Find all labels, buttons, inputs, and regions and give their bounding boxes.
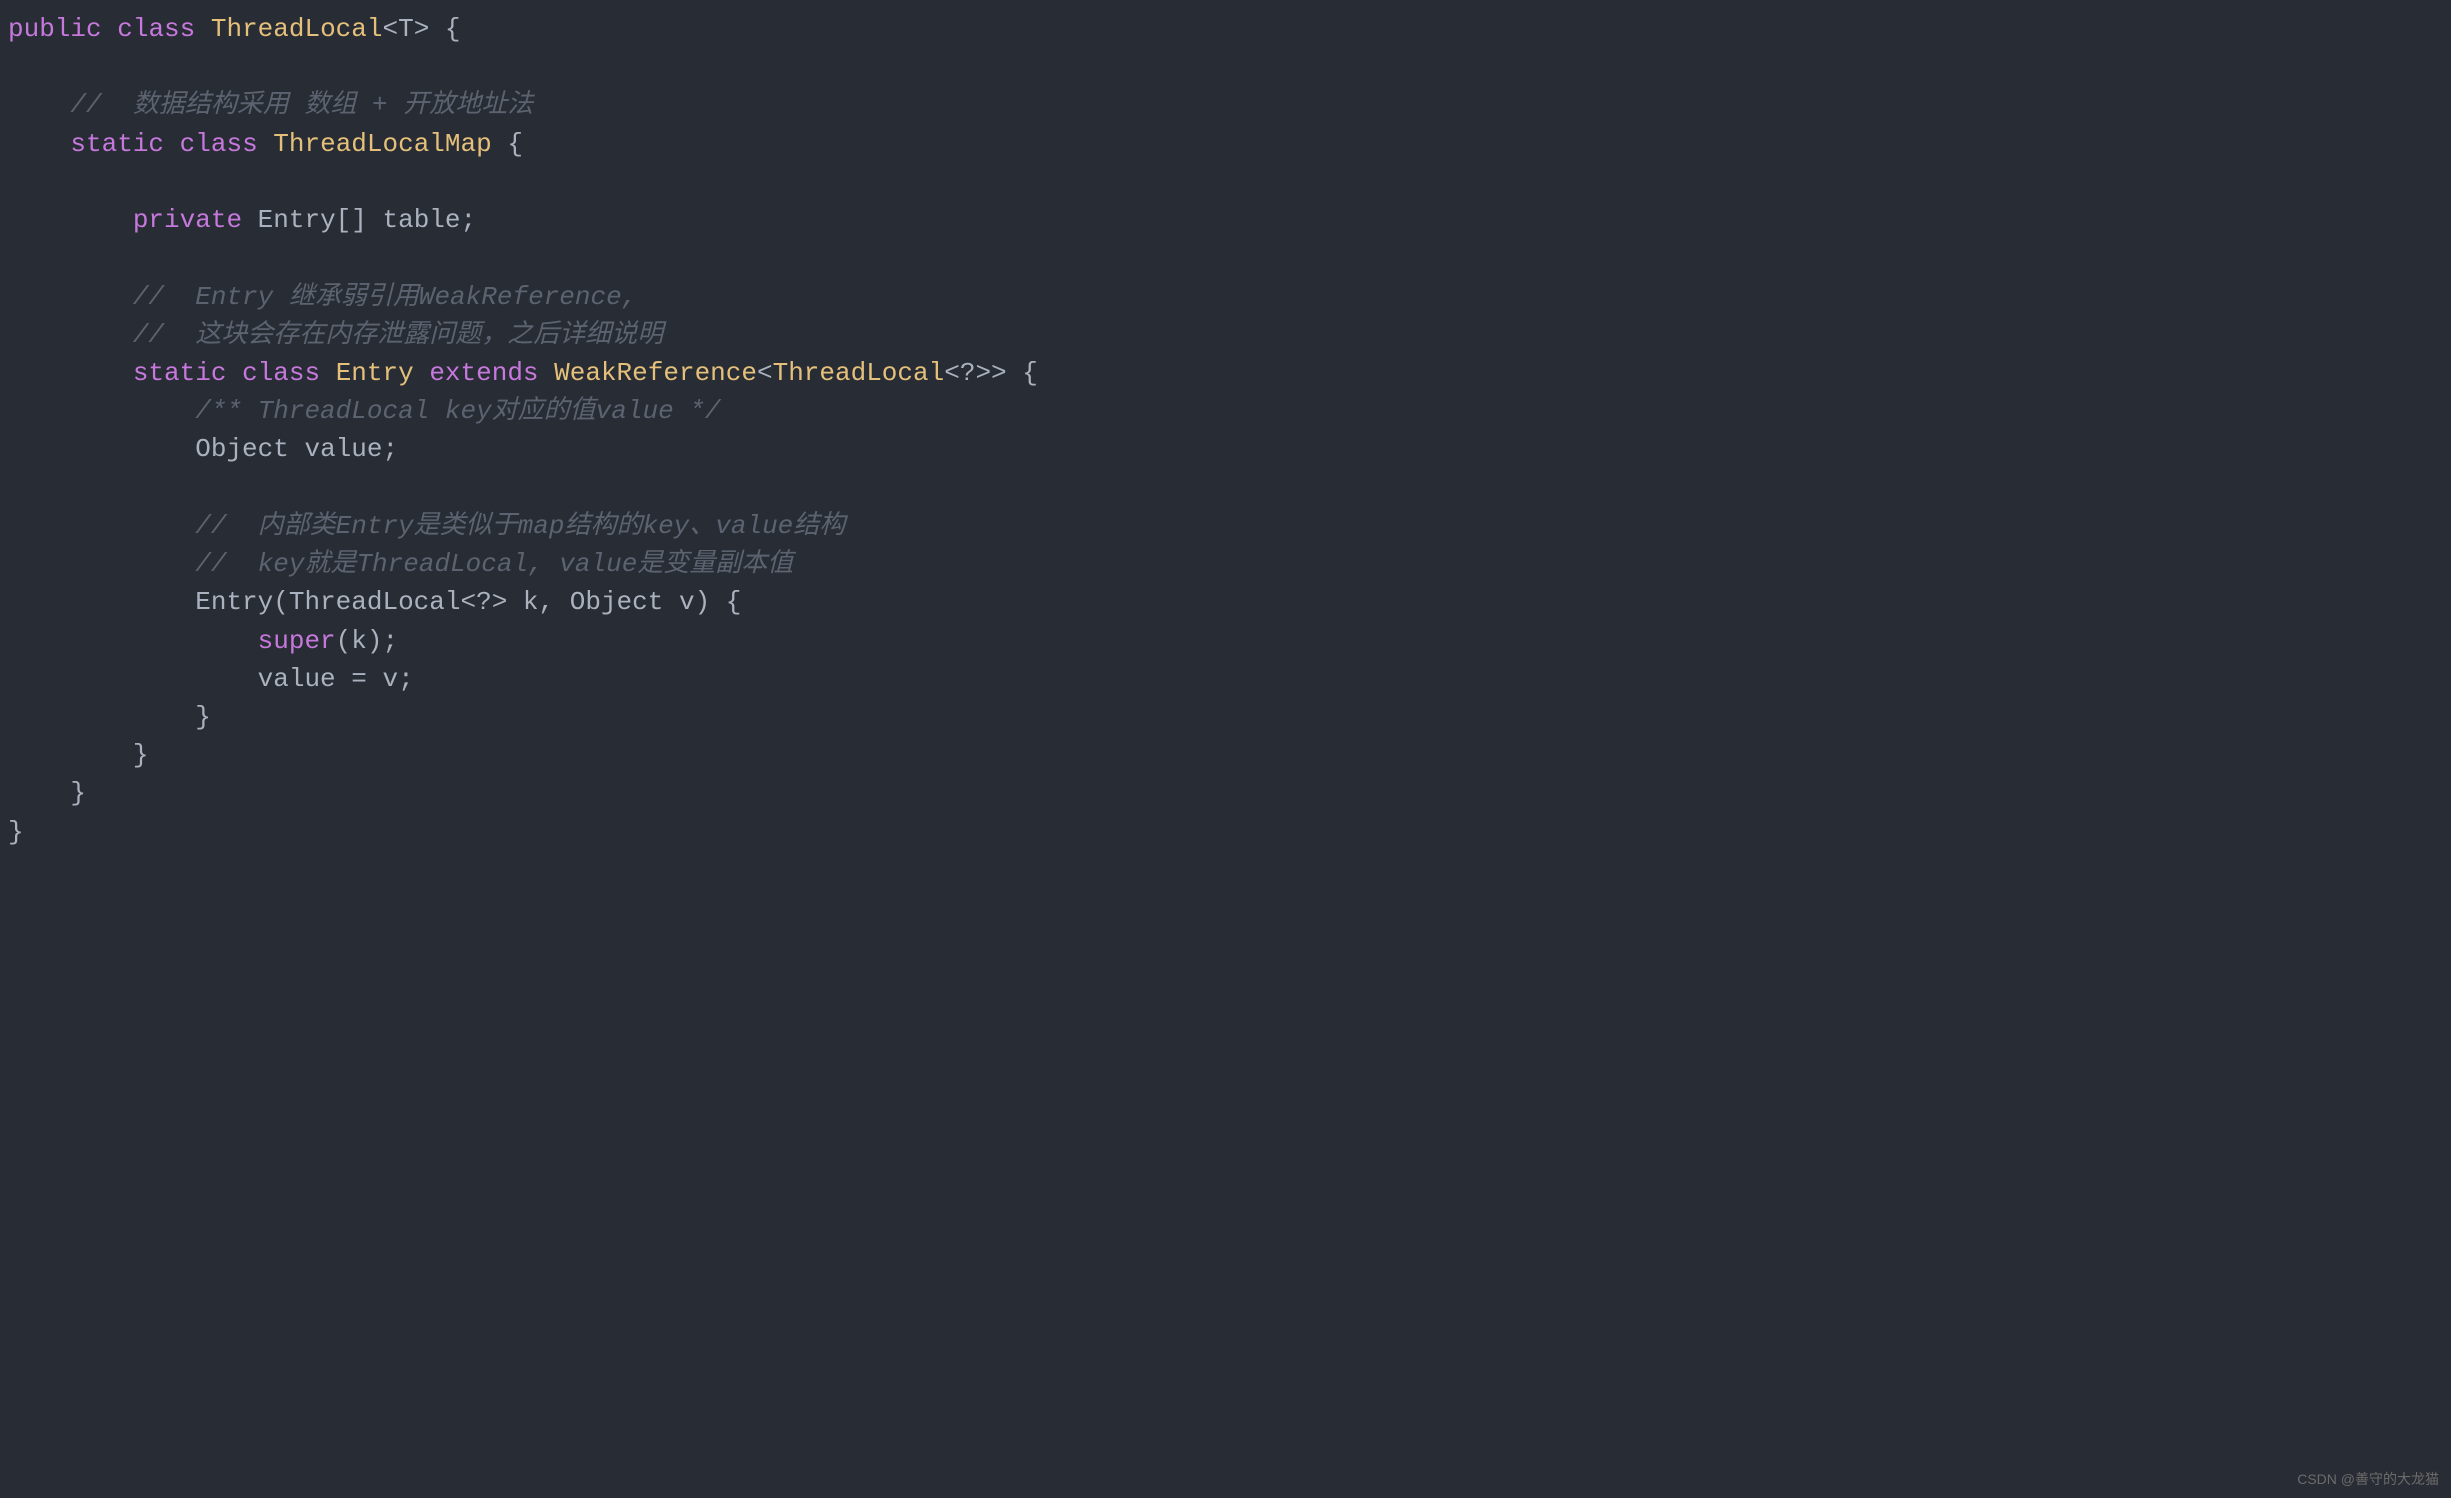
line-constructor: Entry(ThreadLocal<?> k, Object v) { <box>8 587 741 617</box>
comment-data-structure: // 数据结构采用 数组 + 开放地址法 <box>8 90 533 120</box>
var-value: value <box>304 434 382 464</box>
param-k: k <box>507 587 538 617</box>
keyword-public: public <box>8 14 102 44</box>
assign-stmt: value = v; <box>258 664 414 694</box>
keyword-static: static <box>70 129 164 159</box>
brace-open: { <box>429 14 460 44</box>
brace-open: { <box>710 587 741 617</box>
line-1: public class ThreadLocal<T> { <box>8 14 461 44</box>
line-threadlocalmap: static class ThreadLocalMap { <box>8 129 523 159</box>
indent <box>8 664 258 694</box>
param-type-threadlocal: ThreadLocal <box>289 587 461 617</box>
code-block: public class ThreadLocal<T> { // 数据结构采用 … <box>8 10 2443 851</box>
super-args: (k); <box>336 626 398 656</box>
type-object: Object <box>195 434 289 464</box>
brace-close-threadlocal: } <box>8 817 24 847</box>
line-value-assign: value = v; <box>8 664 414 694</box>
generic-param: <T> <box>383 14 430 44</box>
class-name-threadlocal: ThreadLocal <box>211 14 383 44</box>
var-table: table <box>382 205 460 235</box>
indent <box>8 129 70 159</box>
generic-close: > <box>991 358 1007 388</box>
keyword-class: class <box>242 358 320 388</box>
brace-open: { <box>1007 358 1038 388</box>
param-type-object: Object <box>570 587 664 617</box>
constructor-name: Entry <box>195 587 273 617</box>
line-entry-class: static class Entry extends WeakReference… <box>8 358 1038 388</box>
indent <box>8 626 258 656</box>
keyword-class: class <box>117 14 195 44</box>
semicolon: ; <box>461 205 477 235</box>
indent <box>8 358 133 388</box>
brace-close-map: } <box>8 778 86 808</box>
generic-threadlocal: ThreadLocal <box>773 358 945 388</box>
line-table-field: private Entry[] table; <box>8 205 476 235</box>
semicolon: ; <box>382 434 398 464</box>
class-name-entry: Entry <box>336 358 414 388</box>
comma: , <box>539 587 570 617</box>
class-name-weakreference: WeakReference <box>554 358 757 388</box>
indent <box>8 587 195 617</box>
brace-close-ctor: } <box>8 702 211 732</box>
keyword-super: super <box>258 626 336 656</box>
comment-key-threadlocal: // key就是ThreadLocal, value是变量副本值 <box>8 549 793 579</box>
indent <box>8 205 133 235</box>
paren-open: ( <box>273 587 289 617</box>
comment-memory-leak: // 这块会存在内存泄露问题，之后详细说明 <box>8 320 663 350</box>
class-name-threadlocalmap: ThreadLocalMap <box>273 129 491 159</box>
line-value-field: Object value; <box>8 434 398 464</box>
keyword-static: static <box>133 358 227 388</box>
generic-open: < <box>757 358 773 388</box>
brace-close-entry: } <box>8 740 148 770</box>
param-v: v <box>663 587 694 617</box>
comment-entry-weakref: // Entry 继承弱引用WeakReference, <box>8 282 637 312</box>
paren-close: ) <box>695 587 711 617</box>
generic-wildcard: <?> <box>944 358 991 388</box>
type-entry-array: Entry[] <box>258 205 367 235</box>
keyword-private: private <box>133 205 242 235</box>
comment-inner-class: // 内部类Entry是类似于map结构的key、value结构 <box>8 511 845 541</box>
indent <box>8 434 195 464</box>
keyword-extends: extends <box>429 358 538 388</box>
param-generic: <?> <box>461 587 508 617</box>
line-super-call: super(k); <box>8 626 398 656</box>
watermark: CSDN @善守的大龙猫 <box>2297 1469 2439 1490</box>
keyword-class: class <box>180 129 258 159</box>
brace-open: { <box>492 129 523 159</box>
comment-key-value: /** ThreadLocal key对应的值value */ <box>8 396 721 426</box>
